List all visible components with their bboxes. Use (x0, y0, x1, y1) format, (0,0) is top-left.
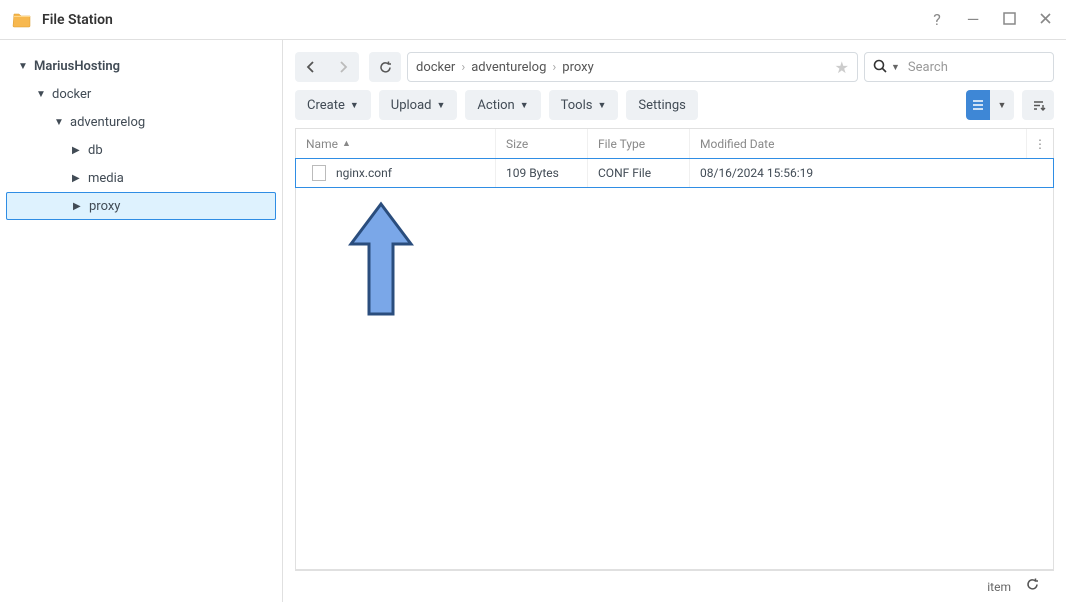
col-label: Name (306, 137, 338, 151)
chevron-right-icon: ▶ (72, 145, 82, 156)
search-input[interactable] (908, 60, 1066, 75)
chevron-right-icon: ▶ (73, 201, 83, 212)
status-bar: item (295, 570, 1054, 602)
tree-label: media (88, 171, 124, 186)
tree-label: proxy (89, 199, 120, 214)
chevron-down-icon: ▼ (18, 61, 28, 72)
col-size-header[interactable]: Size (496, 129, 588, 158)
col-label: Modified Date (700, 137, 774, 151)
action-button[interactable]: Action ▼ (465, 90, 540, 120)
file-date: 08/16/2024 15:56:19 (690, 159, 1053, 187)
minimize-button[interactable]: — (964, 12, 982, 28)
nav-group (295, 52, 359, 82)
table-body: nginx.conf 109 Bytes CONF File 08/16/202… (296, 159, 1053, 569)
tree-item-root[interactable]: ▼ MariusHosting (0, 52, 282, 80)
view-mode-group: ▼ (966, 90, 1014, 120)
titlebar: File Station ? — (0, 0, 1066, 40)
help-button[interactable]: ? (928, 12, 946, 28)
view-list-button[interactable] (966, 90, 990, 120)
column-menu-button[interactable]: ⋮ (1027, 129, 1053, 158)
tree-label: MariusHosting (34, 59, 120, 74)
view-dropdown-button[interactable]: ▼ (990, 100, 1014, 111)
tree-item-adventurelog[interactable]: ▼ adventurelog (0, 108, 282, 136)
button-label: Settings (638, 98, 685, 113)
create-button[interactable]: Create ▼ (295, 90, 371, 120)
col-name-header[interactable]: Name ▲ (296, 129, 496, 158)
breadcrumb[interactable]: docker › adventurelog › proxy ★ (407, 52, 858, 82)
col-label: Size (506, 137, 528, 151)
maximize-button[interactable] (1000, 12, 1018, 28)
sort-asc-icon: ▲ (342, 138, 351, 149)
back-button[interactable] (295, 52, 327, 82)
tools-button[interactable]: Tools ▼ (549, 90, 619, 120)
upload-button[interactable]: Upload ▼ (379, 90, 458, 120)
caret-down-icon: ▼ (437, 100, 446, 111)
breadcrumb-sep: › (552, 60, 556, 75)
close-button[interactable] (1036, 12, 1054, 28)
refresh-button[interactable] (369, 52, 401, 82)
caret-down-icon: ▼ (597, 100, 606, 111)
button-label: Action (477, 98, 514, 113)
tree-item-db[interactable]: ▶ db (0, 136, 282, 164)
caret-down-icon: ▼ (520, 100, 529, 111)
breadcrumb-part[interactable]: proxy (562, 60, 593, 75)
tree-label: adventurelog (70, 115, 145, 130)
tree-item-proxy[interactable]: ▶ proxy (6, 192, 276, 220)
sort-button[interactable] (1022, 90, 1054, 120)
favorite-star-icon[interactable]: ★ (835, 58, 849, 77)
button-label: Create (307, 98, 345, 113)
breadcrumb-part[interactable]: docker (416, 60, 455, 75)
breadcrumb-sep: › (461, 60, 465, 75)
button-label: Upload (391, 98, 432, 113)
file-type: CONF File (588, 159, 690, 187)
app-title: File Station (42, 12, 928, 28)
chevron-down-icon: ▼ (54, 117, 64, 128)
chevron-down-icon: ▼ (36, 89, 46, 100)
app-folder-icon (12, 10, 32, 30)
button-label: Tools (561, 98, 593, 113)
settings-button[interactable]: Settings (626, 90, 697, 120)
tree-label: docker (52, 87, 91, 102)
forward-button[interactable] (327, 52, 359, 82)
search-box[interactable]: ▼ (864, 52, 1054, 82)
file-size: 109 Bytes (496, 159, 588, 187)
caret-down-icon: ▼ (350, 100, 359, 111)
breadcrumb-part[interactable]: adventurelog (471, 60, 546, 75)
col-date-header[interactable]: Modified Date (690, 129, 1027, 158)
status-refresh-button[interactable] (1025, 577, 1040, 596)
folder-tree: ▼ MariusHosting ▼ docker ▼ adventurelog … (0, 40, 283, 602)
col-type-header[interactable]: File Type (588, 129, 690, 158)
table-row[interactable]: nginx.conf 109 Bytes CONF File 08/16/202… (295, 158, 1054, 188)
col-label: File Type (598, 137, 645, 151)
tree-label: db (88, 143, 103, 158)
caret-down-icon[interactable]: ▼ (891, 62, 900, 73)
status-item-count: item (987, 580, 1011, 594)
table-header: Name ▲ Size File Type Modified Date ⋮ (296, 129, 1053, 159)
annotation-arrow-icon (341, 199, 421, 329)
chevron-right-icon: ▶ (72, 173, 82, 184)
file-icon (312, 165, 326, 181)
tree-item-media[interactable]: ▶ media (0, 164, 282, 192)
file-table: Name ▲ Size File Type Modified Date ⋮ (295, 128, 1054, 570)
file-name: nginx.conf (336, 166, 392, 180)
tree-item-docker[interactable]: ▼ docker (0, 80, 282, 108)
search-icon (873, 58, 887, 77)
